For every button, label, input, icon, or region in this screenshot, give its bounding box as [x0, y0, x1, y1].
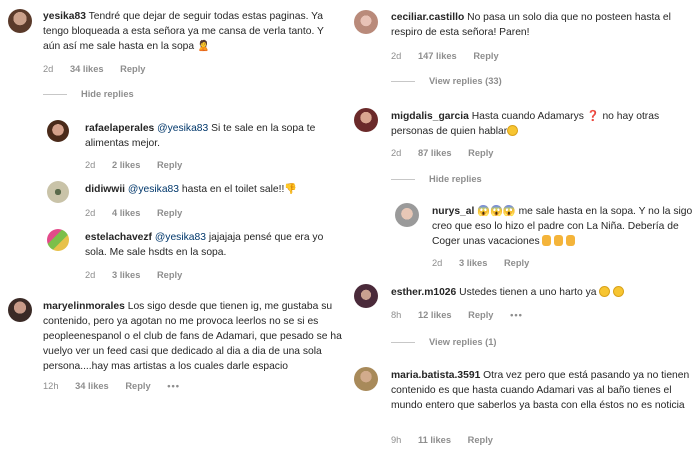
avatar[interactable] [354, 108, 378, 132]
reply-button[interactable]: Reply [157, 160, 182, 170]
comment-time: 2d [432, 258, 443, 268]
likes-count[interactable]: 34 likes [75, 381, 109, 391]
smiley-icon [507, 125, 519, 136]
divider-line [391, 80, 415, 82]
reply-button[interactable]: Reply [120, 64, 145, 74]
comment-text: Ustedes tienen a uno harto ya [456, 287, 600, 298]
comment-username[interactable]: maryelinmorales [43, 301, 125, 312]
comment-username[interactable]: didiwwii [85, 184, 125, 195]
divider-line [391, 178, 415, 180]
more-options-icon[interactable]: ••• [510, 310, 523, 320]
comment-username[interactable]: esther.m1026 [391, 287, 456, 298]
reply-button[interactable]: Reply [468, 310, 493, 320]
woman-emoji-icon: 🙎 [197, 41, 210, 52]
divider-line [391, 341, 415, 343]
mention-link[interactable]: @yesika83 [157, 123, 208, 134]
likes-count[interactable]: 3 likes [112, 270, 140, 280]
comment-time: 12h [43, 381, 59, 391]
avatar[interactable] [8, 298, 32, 322]
likes-count[interactable]: 147 likes [418, 51, 457, 61]
reply-button[interactable]: Reply [468, 148, 493, 158]
comment-username[interactable]: rafaelaperales [85, 123, 154, 134]
comment-text: Tendré que dejar de seguir todas estas p… [43, 11, 324, 52]
question-mark-icon: ❓ [586, 111, 600, 122]
avatar[interactable] [354, 10, 378, 34]
comment-username[interactable]: ceciliar.castillo [391, 12, 464, 23]
likes-count[interactable]: 3 likes [459, 258, 487, 268]
comment-username[interactable]: estelachavezf [85, 232, 152, 243]
clapping-hands-icon [542, 235, 576, 247]
comment-time: 2d [85, 208, 96, 218]
likes-count[interactable]: 34 likes [70, 64, 104, 74]
hide-replies-button[interactable]: Hide replies [43, 89, 134, 99]
comment-time: 8h [391, 310, 402, 320]
reply-button[interactable]: Reply [157, 208, 182, 218]
comment-yesika83: yesika83 Tendré que dejar de seguir toda… [0, 0, 350, 80]
mention-link[interactable]: @yesika83 [128, 184, 179, 195]
comment-username[interactable]: migdalis_garcia [391, 111, 469, 122]
divider-line [43, 93, 67, 95]
comment-text: hasta en el toilet sale!! [179, 184, 285, 195]
avatar[interactable] [8, 9, 32, 33]
comment-text: Hasta cuando Adamarys [468, 111, 587, 122]
more-options-icon[interactable]: ••• [167, 381, 180, 391]
reply-button[interactable]: Reply [504, 258, 529, 268]
reply-button[interactable]: Reply [125, 381, 150, 391]
comment-username[interactable]: yesika83 [43, 11, 86, 22]
view-replies-button[interactable]: View replies (1) [391, 337, 497, 347]
likes-count[interactable]: 2 likes [112, 160, 140, 170]
avatar[interactable] [395, 203, 419, 227]
comment-time: 2d [391, 51, 402, 61]
avatar[interactable] [47, 229, 69, 251]
comment-time: 2d [391, 148, 402, 158]
likes-count[interactable]: 12 likes [418, 310, 452, 320]
reply-button[interactable]: Reply [157, 270, 182, 280]
avatar[interactable] [47, 120, 69, 142]
comment-username[interactable]: maria.batista.3591 [391, 370, 480, 381]
avatar[interactable] [354, 284, 378, 308]
comment-time: 2d [85, 270, 96, 280]
likes-count[interactable]: 4 likes [112, 208, 140, 218]
thumbs-down-icon: 👎 [284, 184, 298, 195]
likes-count[interactable]: 11 likes [418, 435, 451, 445]
avatar[interactable] [47, 181, 69, 203]
likes-count[interactable]: 87 likes [418, 148, 452, 158]
sad-face-icon [599, 286, 625, 298]
reply-button[interactable]: Reply [468, 435, 493, 445]
hide-replies-button[interactable]: Hide replies [391, 174, 482, 184]
comment-time: 2d [43, 64, 54, 74]
comment-time: 9h [391, 435, 402, 445]
view-replies-button[interactable]: View replies (33) [391, 76, 502, 86]
comment-time: 2d [85, 160, 96, 170]
scream-emoji-icon: 😱😱😱 [477, 206, 516, 217]
avatar[interactable] [354, 367, 378, 391]
comment-username[interactable]: nurys_al [432, 206, 474, 217]
reply-button[interactable]: Reply [473, 51, 498, 61]
mention-link[interactable]: @yesika83 [155, 232, 206, 243]
